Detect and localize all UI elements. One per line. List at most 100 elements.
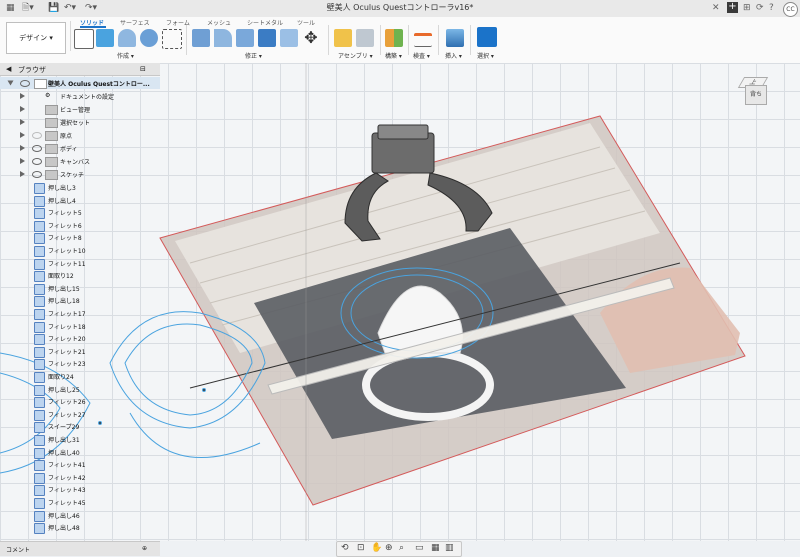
timeline-feature[interactable]: フィレット6 bbox=[0, 219, 150, 232]
user-avatar[interactable]: CC bbox=[783, 2, 798, 17]
timeline-feature[interactable]: 押し出し31 bbox=[0, 433, 150, 446]
tab-tools[interactable]: ツール bbox=[297, 18, 315, 27]
insert-group-label[interactable]: 挿入 ▾ bbox=[445, 51, 462, 60]
browser-menu-icon[interactable]: ⊟ bbox=[140, 65, 146, 73]
timeline-feature[interactable]: 押し出し25 bbox=[0, 383, 150, 396]
timeline-feature[interactable]: 面取り24 bbox=[0, 370, 150, 383]
inspect-group-label[interactable]: 検査 ▾ bbox=[413, 51, 430, 60]
revolve-icon[interactable] bbox=[140, 29, 158, 47]
close-tab-icon[interactable]: ✕ bbox=[712, 3, 720, 13]
timeline-feature[interactable]: フィレット42 bbox=[0, 471, 150, 484]
browser-node[interactable]: キャンバス bbox=[0, 155, 160, 167]
feature-label: 押し出し15 bbox=[48, 285, 80, 293]
feature-icon bbox=[34, 397, 45, 409]
construct-group-label[interactable]: 構築 ▾ bbox=[385, 51, 402, 60]
feature-icon bbox=[34, 498, 45, 509]
view-cube-front[interactable]: 背ち bbox=[745, 85, 767, 105]
feature-icon bbox=[34, 271, 45, 283]
pan-icon[interactable]: ✋ bbox=[371, 543, 382, 553]
timeline-feature[interactable]: 押し出し46 bbox=[0, 509, 150, 522]
timeline-feature[interactable]: フィレット27 bbox=[0, 408, 150, 421]
browser-root[interactable]: 壁美人 Oculus Questコントロー... bbox=[0, 77, 160, 89]
browser-node[interactable]: ⚙ ドキュメントの設定 bbox=[0, 90, 160, 102]
feature-label: フィレット45 bbox=[48, 500, 86, 507]
select-icon[interactable] bbox=[477, 27, 497, 47]
chamfer-icon[interactable] bbox=[236, 29, 254, 47]
display-mode-icon[interactable]: ▭ bbox=[415, 543, 424, 553]
browser-node[interactable]: ビュー管理 bbox=[0, 103, 160, 115]
help-icon[interactable]: ? bbox=[769, 3, 774, 13]
tab-surface[interactable]: サーフェス bbox=[120, 18, 150, 27]
combine-icon[interactable] bbox=[280, 29, 298, 47]
assembly-group-label[interactable]: アセンブリ ▾ bbox=[338, 51, 373, 60]
extensions-icon[interactable]: ⊞ bbox=[743, 3, 751, 13]
comments-bar[interactable]: コメント ⊕ bbox=[0, 541, 160, 556]
timeline-feature[interactable]: 押し出し48 bbox=[0, 521, 150, 535]
timeline-feature[interactable]: 押し出し3 bbox=[0, 181, 150, 194]
timeline-feature[interactable]: フィレット18 bbox=[0, 320, 150, 333]
feature-icon bbox=[34, 384, 45, 396]
pattern-icon[interactable] bbox=[162, 29, 182, 49]
new-component-assembly-icon[interactable] bbox=[334, 29, 352, 47]
look-at-icon[interactable]: ⊡ bbox=[357, 543, 365, 553]
zoom-icon[interactable]: ⊕ bbox=[385, 543, 393, 553]
title-bar: ▦ 🗎▾ 💾 ↶▾ ↷▾ 壁美人 Oculus Questコントローラv16* … bbox=[0, 0, 800, 18]
grid-settings-icon[interactable]: ▦ bbox=[431, 543, 440, 553]
timeline-feature[interactable]: フィレット41 bbox=[0, 458, 150, 472]
browser-node[interactable]: スケッチ bbox=[0, 168, 160, 180]
fillet-icon[interactable] bbox=[214, 29, 232, 47]
timeline-feature[interactable]: 押し出し18 bbox=[0, 294, 150, 308]
timeline-feature[interactable]: フィレット21 bbox=[0, 345, 150, 358]
timeline-feature[interactable]: フィレット43 bbox=[0, 483, 150, 497]
timeline-feature[interactable]: フィレット11 bbox=[0, 257, 150, 270]
timeline-feature[interactable]: フィレット20 bbox=[0, 332, 150, 346]
timeline-feature[interactable]: フィレット26 bbox=[0, 395, 150, 409]
browser-node[interactable]: 選択セット bbox=[0, 116, 160, 128]
timeline-feature[interactable]: フィレット17 bbox=[0, 307, 150, 320]
measure-icon[interactable] bbox=[414, 33, 432, 47]
timeline-feature[interactable]: スイープ29 bbox=[0, 420, 150, 434]
collapse-icon[interactable]: ◀ bbox=[6, 65, 11, 73]
feature-label: 押し出し40 bbox=[48, 449, 80, 457]
timeline-feature[interactable]: 面取り12 bbox=[0, 269, 150, 283]
extrude-icon[interactable] bbox=[118, 29, 136, 47]
comments-label: コメント bbox=[6, 547, 31, 554]
modify-group-label[interactable]: 修正 ▾ bbox=[245, 51, 262, 60]
feature-icon bbox=[34, 183, 45, 194]
feature-label: スイープ29 bbox=[48, 424, 80, 432]
feature-label: フィレット26 bbox=[48, 399, 86, 407]
select-group-label[interactable]: 選択 ▾ bbox=[477, 51, 494, 60]
insert-image-icon[interactable] bbox=[446, 29, 464, 47]
new-tab-icon[interactable]: + bbox=[727, 2, 738, 13]
move-icon[interactable]: ✥ bbox=[302, 29, 320, 47]
tab-sheet-metal[interactable]: シートメタル bbox=[247, 18, 283, 27]
feature-label: フィレット18 bbox=[48, 323, 86, 331]
add-comment-icon[interactable]: ⊕ bbox=[142, 545, 147, 552]
workspace-switcher[interactable]: デザイン ▾ bbox=[6, 22, 66, 54]
timeline-feature[interactable]: 押し出し15 bbox=[0, 282, 150, 295]
timeline-feature[interactable]: 押し出し4 bbox=[0, 194, 150, 207]
create-sketch-icon[interactable] bbox=[96, 29, 114, 47]
feature-label: 面取り12 bbox=[48, 273, 74, 281]
viewports-icon[interactable]: ▥ bbox=[445, 543, 454, 553]
timeline-feature[interactable]: フィレット45 bbox=[0, 496, 150, 509]
browser-node[interactable]: ボディ bbox=[0, 142, 160, 154]
offset-plane-icon[interactable] bbox=[385, 29, 403, 47]
tab-mesh[interactable]: メッシュ bbox=[207, 18, 231, 27]
press-pull-icon[interactable] bbox=[192, 29, 210, 47]
new-component-icon[interactable] bbox=[74, 29, 94, 49]
timeline-feature[interactable]: フィレット5 bbox=[0, 206, 150, 220]
timeline-feature[interactable]: フィレット8 bbox=[0, 231, 150, 245]
view-cube[interactable]: 上 背ち bbox=[737, 75, 771, 109]
job-status-icon[interactable]: ⟳ bbox=[756, 3, 764, 13]
feature-icon bbox=[34, 485, 45, 497]
orbit-icon[interactable]: ⟲ bbox=[341, 543, 349, 553]
create-group-label[interactable]: 作成 ▾ bbox=[117, 51, 134, 60]
timeline-feature[interactable]: フィレット10 bbox=[0, 244, 150, 257]
timeline-feature[interactable]: フィレット23 bbox=[0, 357, 150, 371]
joint-icon[interactable] bbox=[356, 29, 374, 47]
fit-icon[interactable]: ⌕ bbox=[399, 543, 404, 553]
timeline-feature[interactable]: 押し出し40 bbox=[0, 446, 150, 459]
browser-node[interactable]: 原点 bbox=[0, 129, 160, 141]
shell-icon[interactable] bbox=[258, 29, 276, 47]
